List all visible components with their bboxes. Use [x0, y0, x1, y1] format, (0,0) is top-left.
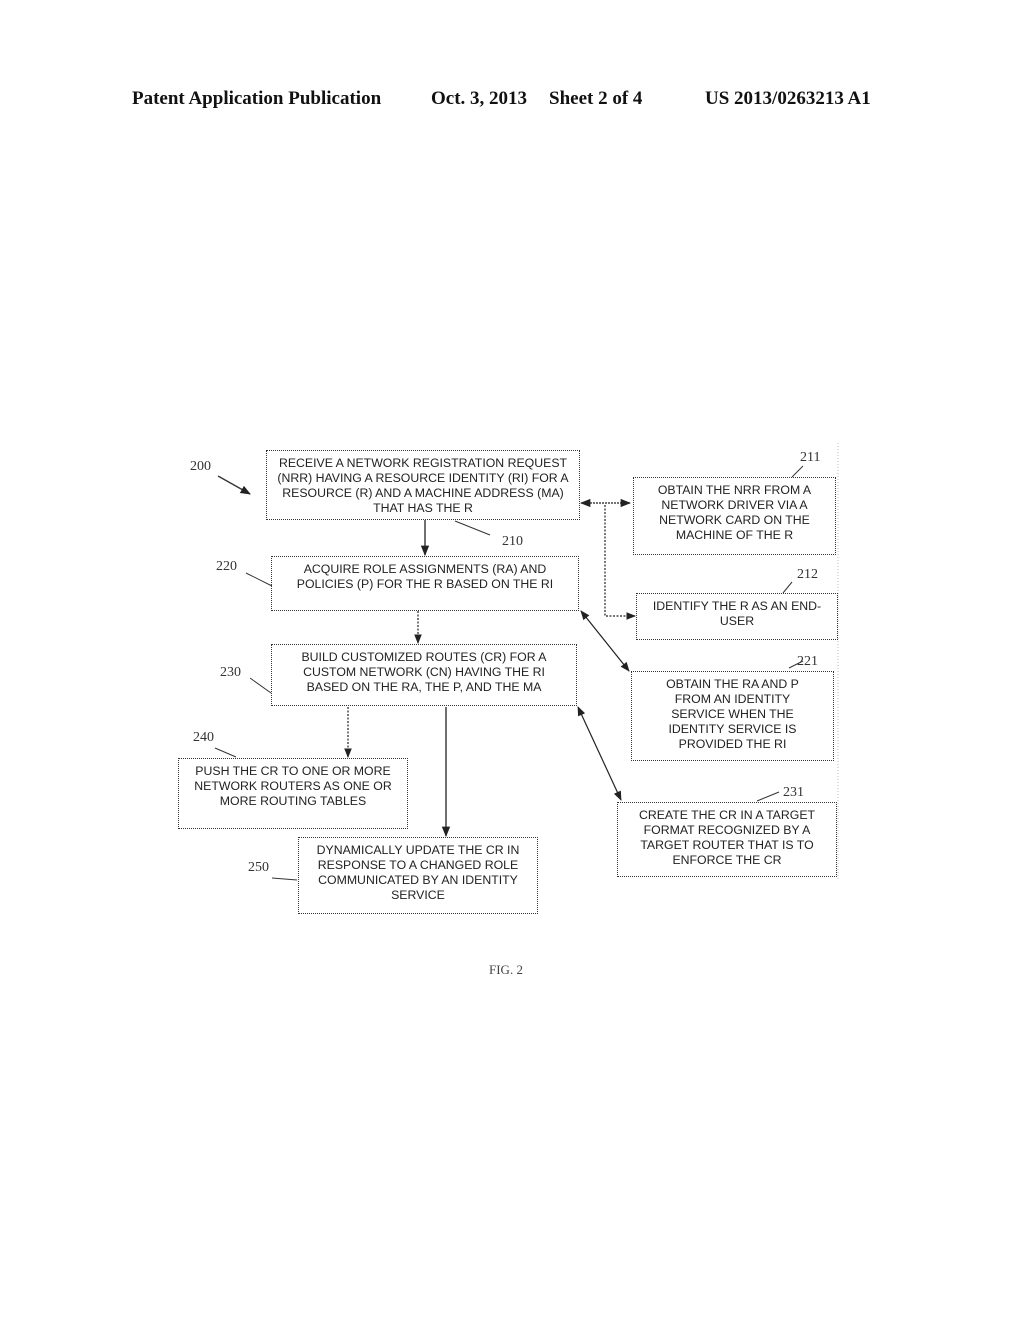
leader-210 [454, 520, 491, 536]
step-211-box: OBTAIN THE NRR FROM A NETWORK DRIVER VIA… [633, 477, 836, 555]
step-230-text: BUILD CUSTOMIZED ROUTES (CR) FOR A CUSTO… [301, 650, 547, 694]
ref-240: 240 [193, 730, 214, 745]
ref-212: 212 [797, 567, 818, 582]
step-210-box: RECEIVE A NETWORK REGISTRATION REQUEST (… [266, 450, 580, 520]
step-240-box: PUSH THE CR TO ONE OR MORE NETWORK ROUTE… [178, 758, 408, 829]
arrow-210-212 [604, 505, 636, 620]
step-221-text: OBTAIN THE RA AND P FROM AN IDENTITY SER… [666, 677, 799, 751]
ref-210: 210 [502, 534, 523, 549]
step-221-box: OBTAIN THE RA AND P FROM AN IDENTITY SER… [631, 671, 834, 761]
arrow-220-221 [580, 610, 630, 672]
step-212-box: IDENTIFY THE R AS AN END-USER [636, 593, 838, 640]
step-220-box: ACQUIRE ROLE ASSIGNMENTS (RA) AND POLICI… [271, 556, 579, 611]
step-220-text: ACQUIRE ROLE ASSIGNMENTS (RA) AND POLICI… [296, 562, 554, 591]
leader-250 [271, 877, 298, 881]
ref-200: 200 [190, 459, 211, 474]
ref-231: 231 [783, 785, 804, 800]
step-250-text: DYNAMICALLY UPDATE THE CR IN RESPONSE TO… [316, 843, 520, 902]
arrow-230-231 [577, 706, 622, 801]
step-240-text: PUSH THE CR TO ONE OR MORE NETWORK ROUTE… [194, 764, 392, 808]
step-231-box: CREATE THE CR IN A TARGET FORMAT RECOGNI… [617, 802, 837, 877]
flowchart-figure: 200 RECEIVE A NETWORK REGISTRATION REQUE… [0, 0, 1024, 1320]
ref-221: 221 [797, 654, 818, 669]
step-211-text: OBTAIN THE NRR FROM A NETWORK DRIVER VIA… [657, 483, 812, 542]
leader-220 [245, 572, 273, 587]
step-210-text: RECEIVE A NETWORK REGISTRATION REQUEST (… [277, 456, 569, 515]
step-230-box: BUILD CUSTOMIZED ROUTES (CR) FOR A CUSTO… [271, 644, 577, 706]
step-212-text: IDENTIFY THE R AS AN END-USER [652, 599, 822, 628]
ref-230: 230 [220, 665, 241, 680]
leader-211 [791, 465, 804, 478]
figure-label: FIG. 2 [489, 962, 523, 977]
leader-212 [782, 581, 793, 594]
ref-220: 220 [216, 559, 237, 574]
leader-230 [249, 677, 272, 694]
method-pointer-arrow [217, 475, 251, 495]
leader-231 [756, 791, 780, 802]
step-231-text: CREATE THE CR IN A TARGET FORMAT RECOGNI… [638, 808, 816, 867]
step-250-box: DYNAMICALLY UPDATE THE CR IN RESPONSE TO… [298, 837, 538, 914]
leader-240 [214, 747, 237, 758]
ref-211: 211 [800, 450, 821, 465]
ref-250: 250 [248, 860, 269, 875]
